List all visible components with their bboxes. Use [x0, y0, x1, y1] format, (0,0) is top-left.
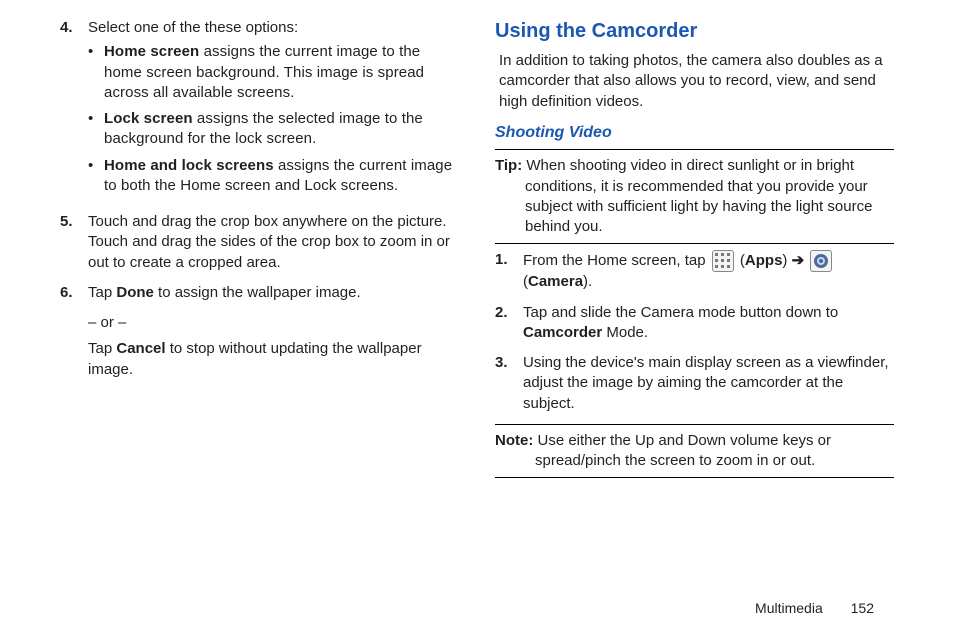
step-6: 6. Tap Done to assign the wallpaper imag… [60, 283, 459, 303]
step-6-cancel-bold: Cancel [116, 340, 165, 357]
columns: 4. Select one of the these options: • Ho… [60, 18, 894, 484]
step-number: 3. [495, 353, 523, 414]
step-6-cancel: Tap Cancel to stop without updating the … [88, 339, 459, 380]
step-number: 1. [495, 250, 523, 292]
step-6-pre2: Tap [88, 340, 116, 357]
bullet-dot: • [88, 109, 104, 150]
manual-page: 4. Select one of the these options: • Ho… [0, 0, 954, 636]
camera-icon [810, 250, 832, 272]
section-heading: Using the Camcorder [495, 18, 894, 45]
footer-section: Multimedia [755, 600, 823, 616]
step-4-lead: Select one of the these options: [88, 19, 298, 36]
apps-icon [712, 250, 734, 272]
step-r2-bold: Camcorder [523, 324, 602, 341]
step-6-done: Done [116, 284, 154, 301]
step-r1-pre: From the Home screen, tap [523, 252, 710, 269]
step-6-or: – or – [88, 313, 459, 333]
step-6-pre: Tap [88, 284, 116, 301]
tip-body: When shooting video in direct sunlight o… [522, 157, 872, 235]
section-intro: In addition to taking photos, the camera… [499, 51, 894, 112]
step-body: Touch and drag the crop box anywhere on … [88, 212, 459, 273]
bullet-home-screen: • Home screen assigns the current image … [88, 42, 459, 103]
right-column: Using the Camcorder In addition to takin… [495, 18, 894, 484]
bullet-text: Home screen assigns the current image to… [104, 42, 459, 103]
camera-label: Camera [528, 273, 583, 290]
step-r2-pre: Tap and slide the Camera mode button dow… [523, 304, 838, 321]
note-text: Note: Use either the Up and Down volume … [495, 431, 894, 472]
subsection-heading: Shooting Video [495, 122, 894, 144]
step-body: Select one of the these options: • Home … [88, 18, 459, 202]
step-number: 6. [60, 283, 88, 303]
tip-lead: Tip: [495, 157, 522, 174]
bullet-dot: • [88, 156, 104, 197]
step-number: 4. [60, 18, 88, 202]
step-body: Using the device's main display screen a… [523, 353, 894, 414]
note-block: Note: Use either the Up and Down volume … [495, 431, 894, 472]
step-r1-post: . [588, 273, 592, 290]
bullet-lock-screen: • Lock screen assigns the selected image… [88, 109, 459, 150]
step-number: 2. [495, 303, 523, 344]
page-footer: Multimedia 152 [755, 599, 874, 618]
note-lead: Note: [495, 432, 533, 449]
step-r1: 1. From the Home screen, tap (Apps) ➔ (C… [495, 250, 894, 292]
note-body: Use either the Up and Down volume keys o… [533, 432, 831, 469]
divider [495, 243, 894, 244]
step-body: From the Home screen, tap (Apps) ➔ (Came… [523, 250, 894, 292]
step-body: Tap Done to assign the wallpaper image. [88, 283, 459, 303]
step-r2: 2. Tap and slide the Camera mode button … [495, 303, 894, 344]
steps-list-right: 1. From the Home screen, tap (Apps) ➔ (C… [495, 250, 894, 414]
step-4: 4. Select one of the these options: • Ho… [60, 18, 459, 202]
steps-list-left: 4. Select one of the these options: • Ho… [60, 18, 459, 380]
footer-page-number: 152 [851, 600, 874, 616]
bullet-bold: Lock screen [104, 110, 193, 127]
bullet-text: Home and lock screens assigns the curren… [104, 156, 459, 197]
step-6-post1: to assign the wallpaper image. [154, 284, 361, 301]
divider [495, 424, 894, 425]
left-column: 4. Select one of the these options: • Ho… [60, 18, 459, 484]
bullet-text: Lock screen assigns the selected image t… [104, 109, 459, 150]
step-body: Tap and slide the Camera mode button dow… [523, 303, 894, 344]
step-r3: 3. Using the device's main display scree… [495, 353, 894, 414]
divider [495, 149, 894, 150]
step-number: 5. [60, 212, 88, 273]
step-4-bullets: • Home screen assigns the current image … [88, 42, 459, 196]
divider [495, 477, 894, 478]
tip-block: Tip: When shooting video in direct sunli… [495, 156, 894, 237]
tip-text: Tip: When shooting video in direct sunli… [495, 156, 894, 237]
arrow-icon: ➔ [787, 252, 808, 269]
apps-label: Apps [745, 252, 783, 269]
step-5: 5. Touch and drag the crop box anywhere … [60, 212, 459, 273]
step-r2-post: Mode. [602, 324, 648, 341]
bullet-bold: Home screen [104, 43, 199, 60]
bullet-bold: Home and lock screens [104, 157, 274, 174]
bullet-dot: • [88, 42, 104, 103]
bullet-home-and-lock: • Home and lock screens assigns the curr… [88, 156, 459, 197]
